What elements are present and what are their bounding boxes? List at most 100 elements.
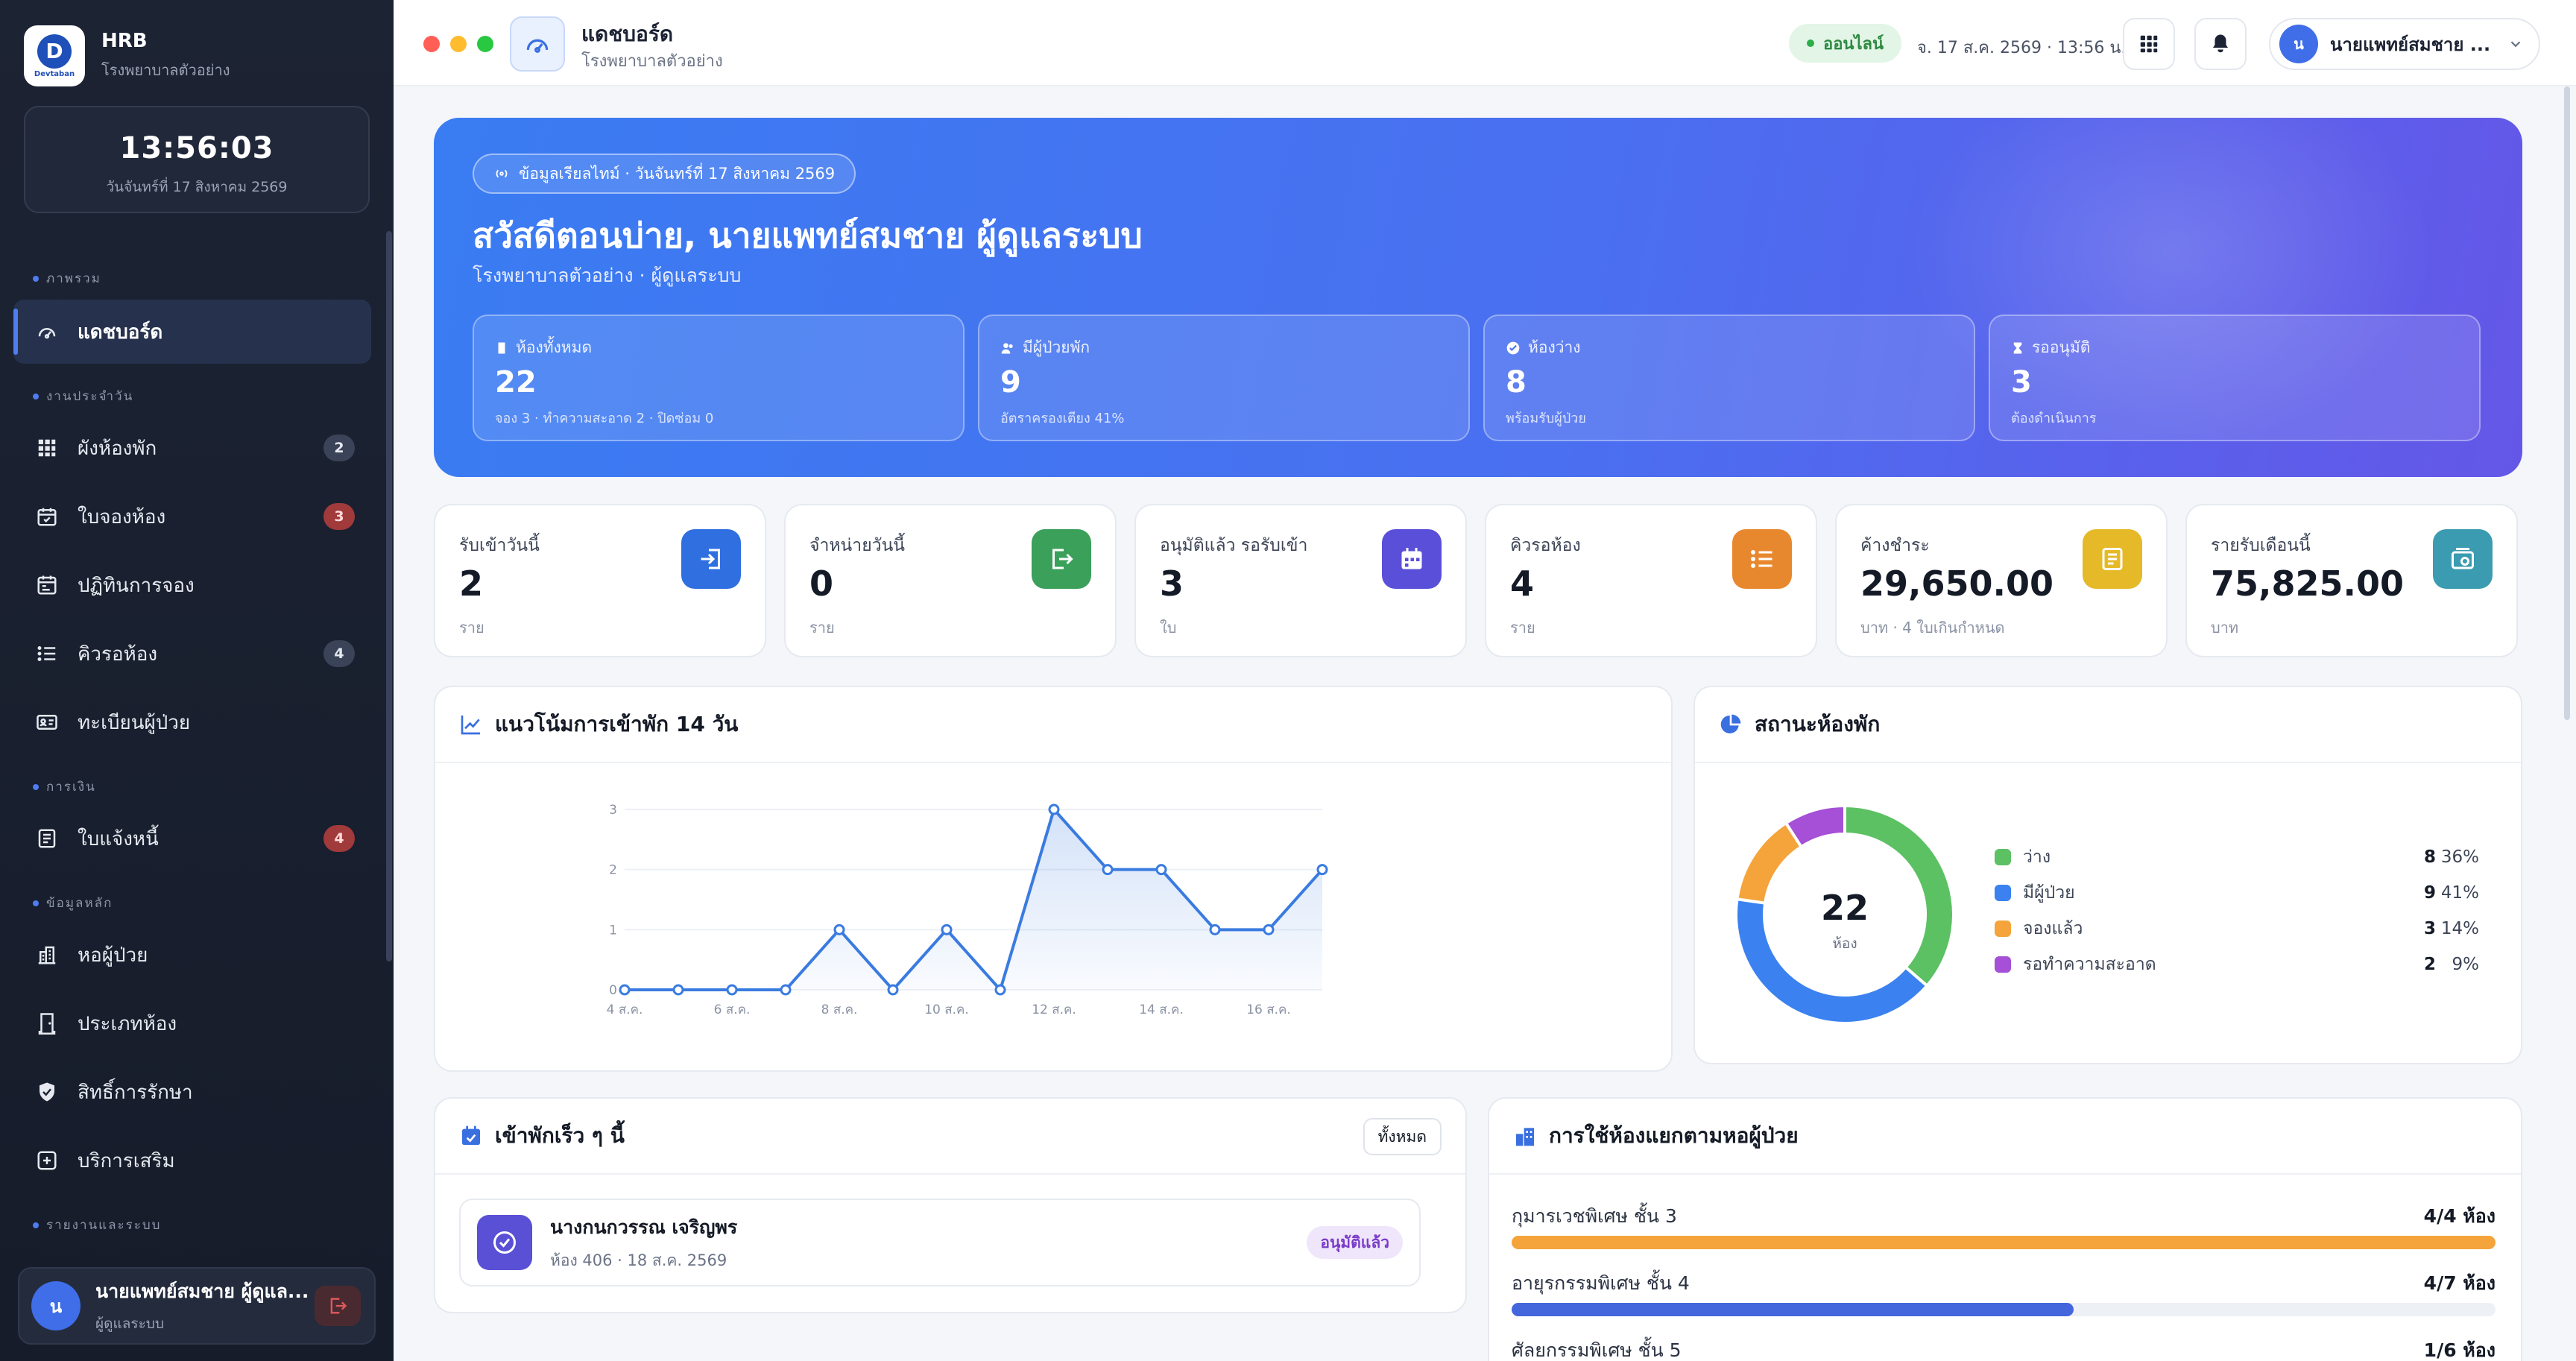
section-finance: การเงิน: [33, 777, 96, 797]
minimize-window-button[interactable]: [450, 36, 467, 52]
data-point: [941, 923, 953, 935]
occupancy-line-chart: 0 1 2 3 4 ส.ค. 6 ส.ค. 8 ส.ค. 10 ส.ค. 12 ส.ค. 14 ส…: [607, 803, 1328, 1017]
stat-value: 4: [1510, 563, 1535, 604]
section-reports: รายงานและระบบ: [33, 1215, 161, 1235]
data-point: [887, 984, 899, 996]
occupancy-trend-panel: แนวโน้มการเข้าพัก 14 วัน 0 1 2 3 4 ส.ค. 6 ส.ค…: [434, 686, 1673, 1072]
summary-note: พร้อมรับผู้ป่วย: [1506, 411, 1586, 426]
page-title: แดชบอร์ด: [581, 22, 674, 46]
notifications-button[interactable]: [2194, 18, 2247, 70]
data-point: [1316, 864, 1328, 876]
brand[interactable]: D Devtaban HRB โรงพยาบาลตัวอย่าง: [24, 25, 230, 86]
upcoming-admissions-panel: เข้าพักเร็ว ๆ นี้ ทั้งหมด นางกนกวรรณ เจร…: [434, 1097, 1467, 1313]
stat-label: รับเข้าวันนี้: [459, 536, 540, 555]
topbar: แดชบอร์ด โรงพยาบาลตัวอย่าง ออนไลน์ จ. 17…: [394, 0, 2576, 86]
invoice-icon: [2083, 529, 2142, 589]
user-name: นายแพทย์สมชาย ผู้ดูแล...: [95, 1281, 309, 1302]
ward-progress-fill: [1512, 1236, 2496, 1249]
sidebar-item-patients[interactable]: ทะเบียนผู้ป่วย: [13, 690, 371, 754]
logo-text: Devtaban: [34, 69, 75, 78]
legend-item-available: ว่าง 8 36%: [1995, 842, 2501, 872]
user-menu[interactable]: น นายแพทย์สมชาย ...: [2269, 18, 2540, 70]
panel-title: แนวโน้มการเข้าพัก 14 วัน: [495, 712, 739, 736]
y-tick-label: 2: [609, 863, 617, 878]
calendar-icon: [1382, 529, 1442, 589]
y-tick-label: 0: [609, 983, 617, 998]
stat-card-room-queue[interactable]: คิวรอห้อง 4 ราย: [1485, 504, 1817, 657]
sidebar-item-label: แดชบอร์ด: [78, 320, 163, 344]
legend-count: 9: [2424, 883, 2437, 903]
sidebar-item-calendar[interactable]: ปฏิทินการจอง: [13, 553, 371, 617]
data-point: [672, 984, 684, 996]
count-badge: 4: [323, 640, 355, 667]
donut-slice: [1735, 821, 1804, 905]
summary-note: ต้องดำเนินการ: [2011, 411, 2097, 426]
legend-percent: 14%: [2440, 919, 2479, 938]
sidebar: D Devtaban HRB โรงพยาบาลตัวอย่าง 13:56:0…: [0, 0, 394, 1361]
sidebar-item-coverage[interactable]: สิทธิ์การรักษา: [13, 1060, 371, 1124]
legend-swatch: [1995, 921, 2011, 937]
y-tick-label: 1: [609, 923, 617, 938]
legend-percent: 41%: [2440, 883, 2479, 903]
sidebar-item-room-map[interactable]: ผังห้องพัก 2: [13, 416, 371, 480]
ward-usage-panel: การใช้ห้องแยกตามหอผู้ป่วย กุมารเวชพิเศษ …: [1488, 1097, 2522, 1361]
panel-title: เข้าพักเร็ว ๆ นี้: [495, 1123, 625, 1148]
logo-mark-icon: D: [37, 34, 72, 69]
welcome-subtitle: โรงพยาบาลตัวอย่าง · ผู้ดูแลระบบ: [473, 265, 742, 286]
sidebar-item-bookings[interactable]: ใบจองห้อง 3: [13, 484, 371, 549]
summary-value: 22: [495, 365, 537, 400]
sidebar-item-label: สิทธิ์การรักษา: [78, 1081, 193, 1104]
view-all-button[interactable]: ทั้งหมด: [1363, 1118, 1442, 1155]
legend-name: รอทำความสะอาด: [2023, 955, 2156, 974]
building-icon: [1516, 1128, 1534, 1146]
data-point: [1102, 864, 1114, 876]
sidebar-item-label: ใบแจ้งหนี้: [78, 827, 159, 850]
sidebar-item-room-types[interactable]: ประเภทห้อง: [13, 991, 371, 1055]
sidebar-user-card[interactable]: น นายแพทย์สมชาย ผู้ดูแล... ผู้ดูแลระบบ: [18, 1267, 376, 1345]
clock-time: 13:56:03: [119, 131, 274, 165]
ward-name: ศัลยกรรมพิเศษ ชั้น 5: [1512, 1339, 1682, 1361]
close-window-button[interactable]: [423, 36, 440, 52]
users-icon: [1001, 342, 1013, 353]
data-point: [994, 984, 1006, 996]
logout-icon: [330, 1298, 347, 1314]
stat-card-discharges-today[interactable]: จำหน่ายวันนี้ 0 ราย: [784, 504, 1117, 657]
sidebar-item-invoices[interactable]: ใบแจ้งหนี้ 4: [13, 806, 371, 871]
ward-value: 4/7 ห้อง: [2423, 1272, 2496, 1294]
stat-card-approved-awaiting[interactable]: อนุมัติแล้ว รอรับเข้า 3 ใบ: [1134, 504, 1467, 657]
data-point: [1155, 864, 1167, 876]
ward-progress-track: [1512, 1303, 2496, 1316]
stat-value: 2: [459, 563, 484, 604]
sidebar-item-wards[interactable]: หอผู้ป่วย: [13, 923, 371, 987]
building-icon: [34, 942, 60, 967]
logout-button[interactable]: [315, 1286, 361, 1326]
ward-row: อายุรกรรมพิเศษ ชั้น 4 4/7 ห้อง: [1512, 1269, 2496, 1316]
stat-card-outstanding[interactable]: ค้างชำระ 29,650.00 บาท · 4 ใบเกินกำหนด: [1835, 504, 2168, 657]
list-icon: [34, 641, 60, 666]
sidebar-scrollbar[interactable]: [386, 231, 392, 961]
sidebar-item-dashboard[interactable]: แดชบอร์ด: [13, 300, 371, 364]
legend-count: 2: [2424, 955, 2437, 974]
x-tick-label: 4 ส.ค.: [607, 1002, 643, 1017]
maximize-window-button[interactable]: [477, 36, 493, 52]
sidebar-item-queue[interactable]: คิวรอห้อง 4: [13, 622, 371, 686]
user-role: ผู้ดูแลระบบ: [95, 1316, 164, 1332]
avatar: น: [31, 1281, 80, 1330]
gauge-icon: [34, 319, 60, 344]
stat-card-admissions-today[interactable]: รับเข้าวันนี้ 2 ราย: [434, 504, 766, 657]
list-item[interactable]: นางกนกวรรณ เจริญพร ห้อง 406 · 18 ส.ค. 25…: [459, 1199, 1421, 1286]
page-subtitle: โรงพยาบาลตัวอย่าง: [581, 52, 723, 71]
page-scrollbar[interactable]: [2564, 86, 2570, 720]
legend-count: 3: [2424, 919, 2437, 938]
legend-count: 8: [2424, 847, 2437, 867]
legend-item-occupied: มีผู้ป่วย 9 41%: [1995, 878, 2501, 908]
summary-value: 9: [1000, 365, 1021, 400]
stat-value: 29,650.00: [1860, 563, 2053, 604]
stat-unit: ราย: [459, 619, 484, 637]
sidebar-item-services[interactable]: บริการเสริม: [13, 1128, 371, 1193]
x-tick-label: 6 ส.ค.: [714, 1002, 751, 1017]
login-icon: [681, 529, 741, 589]
stat-card-monthly-revenue[interactable]: รายรับเดือนนี้ 75,825.00 บาท: [2185, 504, 2518, 657]
sidebar-item-label: ประเภทห้อง: [78, 1012, 177, 1035]
apps-button[interactable]: [2123, 18, 2175, 70]
